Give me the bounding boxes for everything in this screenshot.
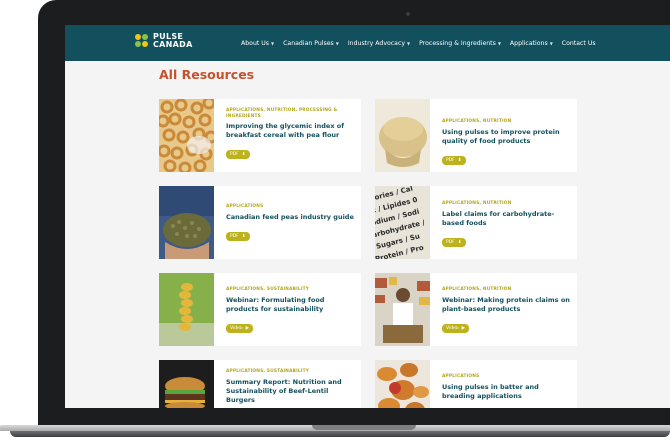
button-label: PDF (230, 233, 239, 239)
button-label: Video (230, 325, 243, 331)
browser-viewport: PULSE CANADA About Us ▼ Canadian Pulses ▼ … (65, 25, 670, 408)
laptop-base-bottom (10, 431, 670, 437)
nav-contact-us[interactable]: Contact Us (562, 40, 596, 47)
resource-category: APPLICATIONS, NUTRITION, PROCESSING & IN… (226, 108, 338, 119)
logo-icon (135, 34, 149, 48)
download-icon: ⬇ (457, 239, 462, 245)
resource-title[interactable]: Webinar: Making protein claims on plant-… (442, 296, 570, 314)
resource-category: APPLICATIONS, NUTRITION (442, 201, 512, 206)
pulse-canada-logo[interactable]: PULSE CANADA (135, 33, 193, 49)
nav-label: About Us (241, 39, 270, 47)
page-title: All Resources (159, 67, 255, 82)
resource-title[interactable]: Webinar: Formulating food products for s… (226, 296, 354, 314)
nav-industry-advocacy[interactable]: Industry Advocacy ▼ (348, 40, 410, 47)
nav-label: Processing & Ingredients (419, 39, 496, 47)
burger-thumbnail (159, 360, 214, 408)
laptop-base (0, 425, 670, 444)
resource-title[interactable]: Canadian feed peas industry guide (226, 213, 354, 222)
resource-card[interactable]: APPLICATIONS, SUSTAINABILITY Summary Rep… (159, 360, 361, 408)
resource-card[interactable]: APPLICATIONS, NUTRITION, PROCESSING & IN… (159, 99, 361, 172)
pea-flour-thumbnail (375, 99, 430, 172)
resource-title[interactable]: Improving the glycemic index of breakfas… (226, 122, 354, 140)
pdf-download-button[interactable]: PDF ⬇ (442, 237, 466, 247)
chevron-down-icon: ▼ (497, 40, 501, 46)
resource-card[interactable]: APPLICATIONS, NUTRITION Webinar: Making … (375, 273, 577, 346)
nav-applications[interactable]: Applications ▼ (510, 40, 553, 47)
nav-label: Canadian Pulses (283, 39, 334, 47)
nav-processing-ingredients[interactable]: Processing & Ingredients ▼ (419, 40, 501, 47)
chevron-down-icon: ▼ (407, 40, 411, 46)
play-icon: ▶ (245, 325, 250, 331)
logo-text-line2: CANADA (153, 40, 193, 49)
resource-title[interactable]: Label claims for carbohydrate-based food… (442, 210, 570, 228)
video-button[interactable]: Video ▶ (442, 323, 470, 333)
pdf-download-button[interactable]: PDF ⬇ (226, 150, 250, 160)
resource-card[interactable]: APPLICATIONS, SUSTAINABILITY Webinar: Fo… (159, 273, 361, 346)
resource-card[interactable]: Calories / Cal Fat / Lipides 0 Sodium / … (375, 186, 577, 259)
chevron-down-icon: ▼ (335, 40, 339, 46)
main-nav: About Us ▼ Canadian Pulses ▼ Industry Advo… (241, 25, 605, 61)
resource-category: APPLICATIONS, NUTRITION (442, 119, 512, 124)
resource-card[interactable]: APPLICATIONS, NUTRITION Using pulses to … (375, 99, 577, 172)
resource-title[interactable]: Using pulses in batter and breading appl… (442, 383, 570, 401)
cereal-thumbnail (159, 99, 214, 172)
laptop-hinge-notch (312, 425, 416, 430)
button-label: PDF (446, 157, 455, 163)
battered-food-thumbnail (375, 360, 430, 408)
feed-peas-thumbnail (159, 186, 214, 259)
resource-title[interactable]: Using pulses to improve protein quality … (442, 128, 570, 146)
resource-category: APPLICATIONS, SUSTAINABILITY (226, 369, 310, 374)
resource-card[interactable]: APPLICATIONS Canadian feed peas industry… (159, 186, 361, 259)
play-icon: ▶ (461, 325, 466, 331)
button-label: PDF (446, 239, 455, 245)
download-icon: ⬇ (457, 157, 462, 163)
resource-category: APPLICATIONS, NUTRITION (442, 287, 512, 292)
nav-label: Industry Advocacy (347, 39, 406, 47)
fusilli-pasta-thumbnail (159, 273, 214, 346)
pdf-download-button[interactable]: PDF ⬇ (226, 231, 250, 241)
resource-title[interactable]: Summary Report: Nutrition and Sustainabi… (226, 378, 354, 405)
pdf-download-button[interactable]: PDF ⬇ (442, 155, 466, 165)
download-icon: ⬇ (241, 152, 246, 158)
resource-category: APPLICATIONS (442, 374, 480, 379)
resource-category: APPLICATIONS (226, 204, 264, 209)
nav-canadian-pulses[interactable]: Canadian Pulses ▼ (283, 40, 339, 47)
button-label: PDF (230, 152, 239, 158)
chevron-down-icon: ▼ (549, 40, 553, 46)
grocery-shopper-thumbnail (375, 273, 430, 346)
nutrition-label-thumbnail: Calories / Cal Fat / Lipides 0 Sodium / … (375, 186, 430, 259)
resource-category: APPLICATIONS, SUSTAINABILITY (226, 287, 310, 292)
download-icon: ⬇ (241, 233, 246, 239)
nav-label: Contact Us (561, 39, 596, 47)
nav-about-us[interactable]: About Us ▼ (241, 40, 274, 47)
chevron-down-icon: ▼ (271, 40, 275, 46)
nav-label: Applications (509, 39, 548, 47)
site-header: PULSE CANADA About Us ▼ Canadian Pulses ▼ … (65, 25, 670, 61)
button-label: Video (446, 325, 459, 331)
video-button[interactable]: Video ▶ (226, 323, 254, 333)
resource-card[interactable]: APPLICATIONS Using pulses in batter and … (375, 360, 577, 408)
webcam (406, 12, 410, 16)
